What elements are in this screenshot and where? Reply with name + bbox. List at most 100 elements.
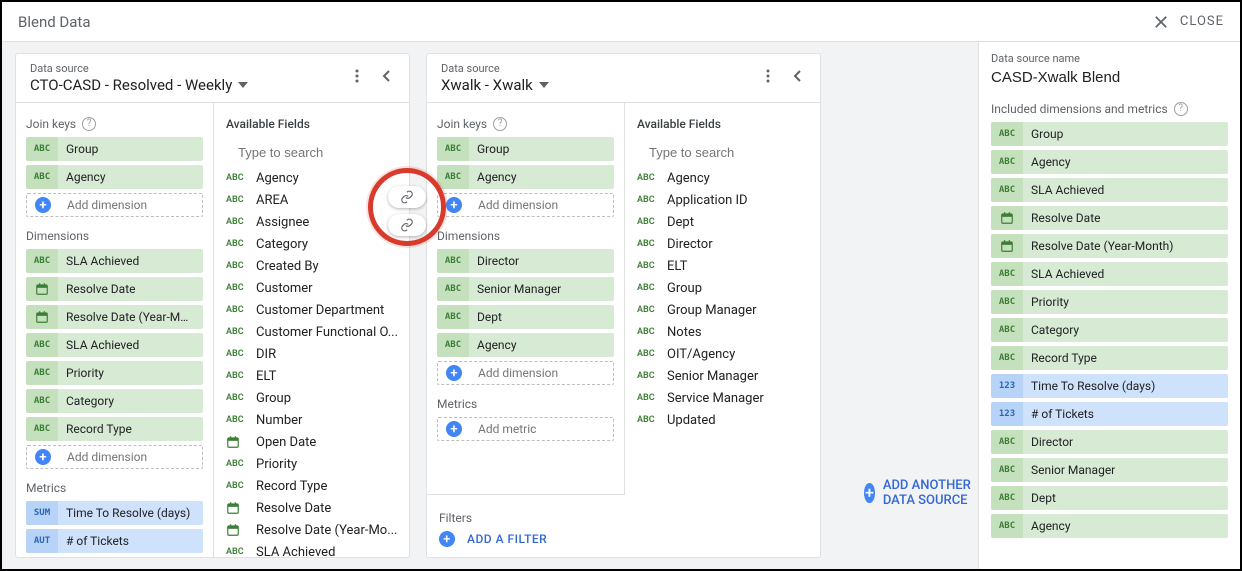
available-field[interactable]: ABCAgency (226, 167, 399, 189)
chip-label: Category (1023, 323, 1228, 337)
available-field[interactable]: ABCGroup (226, 387, 399, 409)
included-chip[interactable]: ABCDirector (991, 430, 1228, 454)
field-label: Service Manager (667, 391, 764, 406)
available-field[interactable]: ABCCustomer Functional O... (226, 321, 399, 343)
chip-label: SLA Achieved (1023, 183, 1228, 197)
available-field[interactable]: ABCGroup (637, 277, 810, 299)
available-field[interactable]: ABCAREA (226, 189, 399, 211)
close-button[interactable]: CLOSE (1152, 13, 1224, 31)
available-field[interactable]: Open Date (226, 431, 399, 453)
help-icon[interactable]: ? (82, 117, 96, 131)
available-field[interactable]: ABCService Manager (637, 387, 810, 409)
available-field[interactable]: ABCCreated By (226, 255, 399, 277)
blend-name-input[interactable] (991, 69, 1228, 86)
available-field[interactable]: ABCRecord Type (226, 475, 399, 497)
titlebar: Blend Data CLOSE (2, 2, 1240, 42)
included-chip[interactable]: ABCGroup (991, 122, 1228, 146)
join-key-chip[interactable]: ABCAgency (26, 165, 203, 189)
included-chip[interactable]: 123Time To Resolve (days) (991, 374, 1228, 398)
join-link-group[interactable] (388, 186, 426, 208)
search-input-2[interactable] (647, 144, 820, 161)
available-field[interactable]: ABCELT (226, 365, 399, 387)
add-join-key-button[interactable]: +Add dimension (26, 193, 203, 217)
included-chip[interactable]: ABCCategory (991, 318, 1228, 342)
available-field[interactable]: ABCDept (637, 211, 810, 233)
add-label: Add dimension (59, 450, 202, 464)
available-field[interactable]: ABCELT (637, 255, 810, 277)
metric-chip[interactable]: SUMTime To Resolve (days) (26, 501, 203, 525)
metric-chip[interactable]: AUT# of Tickets (26, 529, 203, 553)
included-chip[interactable]: ABCPriority (991, 290, 1228, 314)
available-field[interactable]: ABCAgency (637, 167, 810, 189)
available-field[interactable]: Resolve Date (Year-Mo... (226, 519, 399, 541)
help-icon[interactable]: ? (1174, 102, 1188, 116)
add-dimension-button[interactable]: +Add dimension (26, 445, 203, 469)
add-filter-button[interactable]: + ADD A FILTER (439, 531, 613, 547)
included-chip[interactable]: Resolve Date (991, 206, 1228, 230)
included-chip[interactable]: ABCAgency (991, 150, 1228, 174)
join-link-agency[interactable] (388, 214, 426, 236)
available-field[interactable]: ABCUpdated (637, 409, 810, 431)
available-field[interactable]: ABCSenior Manager (637, 365, 810, 387)
dimension-chip[interactable]: Resolve Date (26, 277, 203, 301)
dimension-chip[interactable]: ABCSenior Manager (437, 277, 614, 301)
add-join-key-button[interactable]: +Add dimension (437, 193, 614, 217)
collapse-button-1[interactable] (373, 62, 401, 90)
available-field[interactable]: ABCNotes (637, 321, 810, 343)
dimension-chip[interactable]: ABCSLA Achieved (26, 249, 203, 273)
field-label: Priority (256, 457, 297, 472)
collapse-button-2[interactable] (784, 62, 812, 90)
chip-label: Agency (469, 170, 614, 184)
source-picker-2[interactable]: Xwalk - Xwalk (441, 76, 754, 94)
dimension-chip[interactable]: ABCAgency (437, 333, 614, 357)
included-chip[interactable]: ABCAgency (991, 514, 1228, 538)
add-metric-button[interactable]: +Add metric (437, 417, 614, 441)
included-chip[interactable]: ABCDept (991, 486, 1228, 510)
included-chip[interactable]: Resolve Date (Year-Month) (991, 234, 1228, 258)
join-key-chip[interactable]: ABCAgency (437, 165, 614, 189)
more-vert-icon (760, 68, 776, 84)
more-button-1[interactable] (343, 62, 371, 90)
dimension-chip[interactable]: ABCCategory (26, 389, 203, 413)
available-field[interactable]: ABCSLA Achieved (226, 541, 399, 557)
included-chip[interactable]: ABCRecord Type (991, 346, 1228, 370)
available-field[interactable]: ABCApplication ID (637, 189, 810, 211)
config-col-1: Join keys ? ABCGroupABCAgency+Add dimens… (16, 103, 214, 557)
available-field[interactable]: ABCDIR (226, 343, 399, 365)
add-label: Add dimension (470, 366, 613, 380)
join-key-chip[interactable]: ABCGroup (26, 137, 203, 161)
join-key-chip[interactable]: ABCGroup (437, 137, 614, 161)
included-chip[interactable]: ABCSLA Achieved (991, 262, 1228, 286)
available-field[interactable]: ABCDirector (637, 233, 810, 255)
available-field[interactable]: ABCNumber (226, 409, 399, 431)
type-icon (26, 305, 58, 329)
chip-label: Agency (1023, 519, 1228, 533)
dimension-chip[interactable]: ABCPriority (26, 361, 203, 385)
type-icon: ABC (26, 249, 58, 273)
help-icon[interactable]: ? (493, 117, 507, 131)
dimension-chip[interactable]: ABCRecord Type (26, 417, 203, 441)
join-keys-label: Join keys ? (437, 117, 614, 131)
add-dimension-button[interactable]: +Add dimension (437, 361, 614, 385)
field-label: ELT (667, 259, 687, 274)
included-chip[interactable]: ABCSenior Manager (991, 458, 1228, 482)
add-another-source-button[interactable]: + ADD ANOTHER DATA SOURCE (864, 478, 978, 508)
available-field[interactable]: Resolve Date (226, 497, 399, 519)
dimension-chip[interactable]: ABCSLA Achieved (26, 333, 203, 357)
available-field[interactable]: ABCCustomer (226, 277, 399, 299)
dimension-chip[interactable]: Resolve Date (Year-Mo... (26, 305, 203, 329)
available-field[interactable]: ABCCustomer Department (226, 299, 399, 321)
available-field[interactable]: ABCGroup Manager (637, 299, 810, 321)
source-picker-1[interactable]: CTO-CASD - Resolved - Weekly (30, 76, 343, 94)
included-chip[interactable]: 123# of Tickets (991, 402, 1228, 426)
available-field[interactable]: ABCAssignee (226, 211, 399, 233)
available-field[interactable]: ABCOIT/Agency (637, 343, 810, 365)
included-chip[interactable]: ABCSLA Achieved (991, 178, 1228, 202)
available-field[interactable]: ABCPriority (226, 453, 399, 475)
available-field[interactable]: ABCCategory (226, 233, 399, 255)
search-input-1[interactable] (236, 144, 409, 161)
dimension-chip[interactable]: ABCDept (437, 305, 614, 329)
dimension-chip[interactable]: ABCDirector (437, 249, 614, 273)
more-button-2[interactable] (754, 62, 782, 90)
field-label: Customer Functional O... (256, 325, 398, 340)
